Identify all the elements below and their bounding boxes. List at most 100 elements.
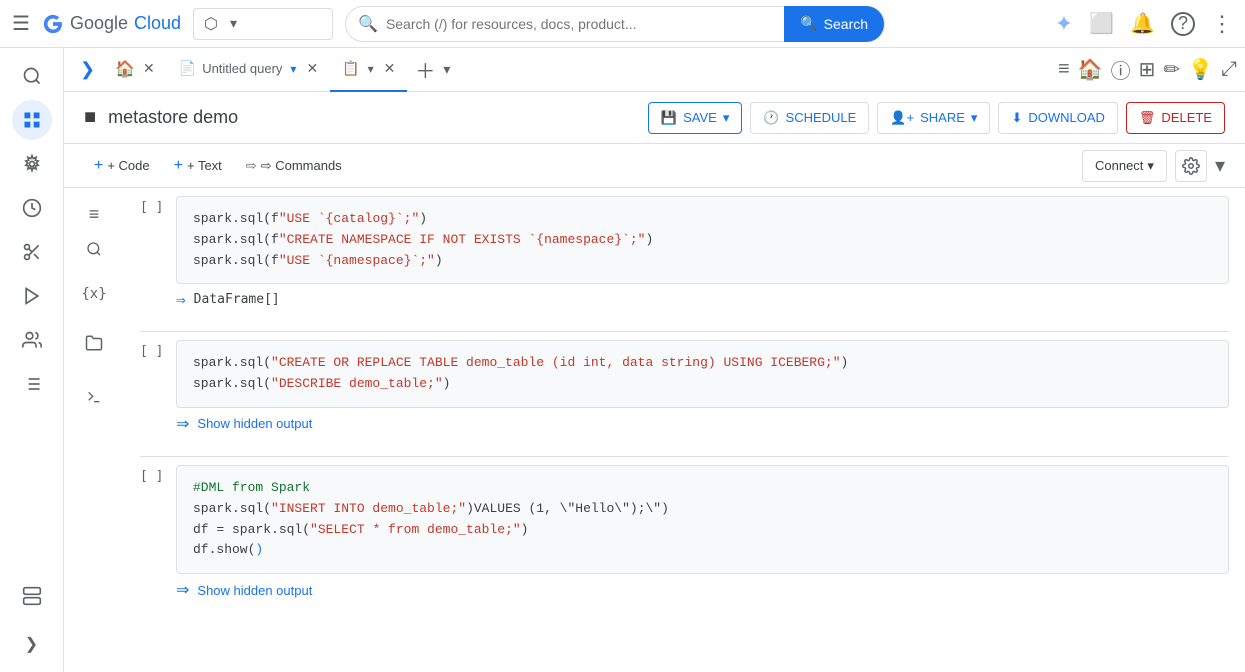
bell-icon[interactable]: 🔔 — [1130, 11, 1155, 36]
show-hidden-arrow-icon: ⇒ — [176, 414, 189, 434]
cell-2-content[interactable]: spark.sql("CREATE OR REPLACE TABLE demo_… — [176, 340, 1229, 408]
terminal-icon[interactable]: ⬜ — [1089, 11, 1114, 36]
tab-home-nav-icon[interactable]: 🏠 — [1078, 57, 1103, 82]
cell-3-show-hidden-arrow-icon: ⇒ — [176, 580, 189, 600]
google-logo-icon — [42, 13, 64, 35]
gutter-list-icon[interactable]: ≡ — [89, 196, 100, 233]
connect-arrow-icon: ▾ — [1147, 158, 1154, 174]
cell-2: [ ] spark.sql("CREATE OR REPLACE TABLE d… — [140, 340, 1229, 440]
sidebar-collapse-icon[interactable]: ❯ — [12, 624, 52, 664]
add-text-button[interactable]: + + Text — [164, 150, 232, 182]
download-label: DOWNLOAD — [1028, 110, 1105, 125]
cell-1-output-text: DataFrame[] — [194, 292, 280, 307]
add-code-plus-icon: + — [94, 157, 103, 175]
cell-1-wrapper: [ ] spark.sql(f"USE `{catalog}`;") spark… — [140, 196, 1229, 284]
connect-button[interactable]: Connect ▾ — [1082, 150, 1167, 182]
cells-container: [ ] spark.sql(f"USE `{catalog}`;") spark… — [124, 188, 1245, 672]
delete-label: DELETE — [1161, 110, 1212, 125]
schedule-label: SCHEDULE — [786, 110, 857, 125]
cell-1-code[interactable]: spark.sql(f"USE `{catalog}`;") spark.sql… — [176, 196, 1229, 284]
schedule-icon: 🕐 — [763, 110, 779, 126]
gemini-icon[interactable]: ✦ — [1055, 11, 1073, 37]
search-button[interactable]: 🔍 Search — [784, 6, 884, 42]
cell-3-code[interactable]: #DML from Spark spark.sql("INSERT INTO d… — [176, 465, 1229, 574]
tab-home-close-icon[interactable]: ✕ — [143, 60, 155, 77]
commands-button[interactable]: ⇨ ⇨ Commands — [236, 150, 352, 182]
sidebar-item-dashboard[interactable] — [12, 100, 52, 140]
tab-list-icon[interactable]: ≡ — [1058, 58, 1070, 81]
sidebar-item-history[interactable] — [12, 188, 52, 228]
cell-1-content[interactable]: spark.sql(f"USE `{catalog}`;") spark.sql… — [176, 196, 1229, 284]
sidebar-item-deploy[interactable] — [12, 276, 52, 316]
cell-3-show-hidden-button[interactable]: ⇒ Show hidden output — [176, 574, 1229, 606]
delete-button[interactable]: 🗑 DELETE — [1126, 102, 1225, 134]
commands-arrow-icon: ⇨ — [246, 158, 257, 174]
tab-query-dropdown-icon[interactable]: ▾ — [290, 62, 296, 76]
tab-home[interactable]: 🏠 ✕ — [103, 48, 167, 92]
sidebar-item-storage[interactable] — [12, 576, 52, 616]
sidebar-item-search[interactable] — [12, 56, 52, 96]
tab-home-icon: 🏠 — [115, 59, 135, 79]
tab-active[interactable]: 📋 ▾ ✕ — [330, 48, 407, 92]
tab-untitled-query[interactable]: 📄 Untitled query ▾ ✕ — [167, 48, 330, 92]
cell-3-bracket: [ ] — [140, 465, 168, 484]
cell-3: [ ] #DML from Spark spark.sql("INSERT IN… — [140, 465, 1229, 606]
tab-lightbulb-icon[interactable]: 💡 — [1188, 57, 1213, 82]
tab-edit-icon[interactable]: ✏ — [1163, 57, 1180, 82]
main-layout: ❯ ❯ 🏠 ✕ 📄 Untitled query ▾ ✕ — [0, 48, 1245, 672]
commands-label: ⇨ Commands — [261, 158, 342, 174]
tab-add-button[interactable]: ＋ — [407, 55, 443, 84]
save-button[interactable]: 💾 SAVE ▾ — [648, 102, 742, 134]
left-sidebar: ❯ — [0, 48, 64, 672]
save-arrow-icon[interactable]: ▾ — [723, 110, 730, 126]
sidebar-item-scissors[interactable] — [12, 232, 52, 272]
gutter-folder-icon[interactable] — [85, 318, 103, 373]
settings-gear-icon — [1182, 157, 1200, 175]
share-arrow-icon[interactable]: ▾ — [971, 110, 978, 126]
help-icon[interactable]: ? — [1171, 12, 1195, 36]
tab-query-doc-icon: 📄 — [179, 60, 196, 77]
expand-chevron-icon[interactable]: ▾ — [1215, 153, 1225, 178]
cell-2-show-hidden-label: Show hidden output — [197, 416, 312, 431]
cell-toolbar: + + Code + + Text ⇨ ⇨ Commands Connect ▾… — [64, 144, 1245, 188]
schedule-button[interactable]: 🕐 SCHEDULE — [750, 102, 869, 134]
project-selector[interactable]: ⬡ ▾ — [193, 8, 333, 40]
gutter-search-icon[interactable] — [86, 233, 102, 270]
search-bar-icon: 🔍 — [358, 14, 378, 34]
add-code-button[interactable]: + + Code — [84, 150, 160, 182]
tab-untitled-query-label: Untitled query — [202, 61, 282, 76]
tab-expand-icon[interactable]: ⤢ — [1221, 58, 1237, 81]
tab-more-icon[interactable]: ▾ — [443, 61, 450, 78]
tab-active-icon: 📋 — [342, 60, 359, 77]
cell-2-wrapper: [ ] spark.sql("CREATE OR REPLACE TABLE d… — [140, 340, 1229, 408]
cell-2-code[interactable]: spark.sql("CREATE OR REPLACE TABLE demo_… — [176, 340, 1229, 408]
sidebar-item-settings[interactable] — [12, 144, 52, 184]
settings-button[interactable] — [1175, 150, 1207, 182]
menu-icon[interactable]: ☰ — [12, 11, 30, 36]
sidebar-item-people[interactable] — [12, 320, 52, 360]
tab-info-icon[interactable]: ⓘ — [1111, 55, 1131, 84]
tab-active-close-icon[interactable]: ✕ — [384, 60, 396, 77]
save-label: SAVE — [683, 110, 717, 125]
share-button[interactable]: 👤+ SHARE ▾ — [877, 102, 990, 134]
gutter-var-icon[interactable]: {x} — [81, 270, 106, 318]
search-bar[interactable]: 🔍 🔍 Search — [345, 6, 885, 42]
tab-query-close-icon[interactable]: ✕ — [306, 60, 318, 77]
tab-active-dropdown-icon[interactable]: ▾ — [368, 62, 374, 76]
more-options-icon[interactable]: ⋮ — [1211, 11, 1233, 37]
logo-google-text: Google — [70, 13, 128, 34]
search-input[interactable] — [386, 16, 776, 32]
gutter-terminal-icon[interactable] — [86, 373, 102, 426]
cell-3-wrapper: [ ] #DML from Spark spark.sql("INSERT IN… — [140, 465, 1229, 574]
tab-table-icon[interactable]: ⊞ — [1139, 57, 1156, 82]
content-area: ❯ 🏠 ✕ 📄 Untitled query ▾ ✕ 📋 ▾ ✕ ＋ ▾ — [64, 48, 1245, 672]
sidebar-expand-button[interactable]: ❯ — [72, 59, 103, 80]
logo: Google Cloud — [42, 13, 181, 35]
cell-3-content[interactable]: #DML from Spark spark.sql("INSERT INTO d… — [176, 465, 1229, 574]
share-label: SHARE — [920, 110, 965, 125]
notebook-header: ■ metastore demo 💾 SAVE ▾ 🕐 SCHEDULE 👤+ … — [64, 92, 1245, 144]
download-button[interactable]: ⬇ DOWNLOAD — [998, 102, 1117, 134]
cell-2-show-hidden-button[interactable]: ⇒ Show hidden output — [176, 408, 1229, 440]
sidebar-item-list[interactable] — [12, 364, 52, 404]
search-btn-label: Search — [824, 16, 868, 32]
